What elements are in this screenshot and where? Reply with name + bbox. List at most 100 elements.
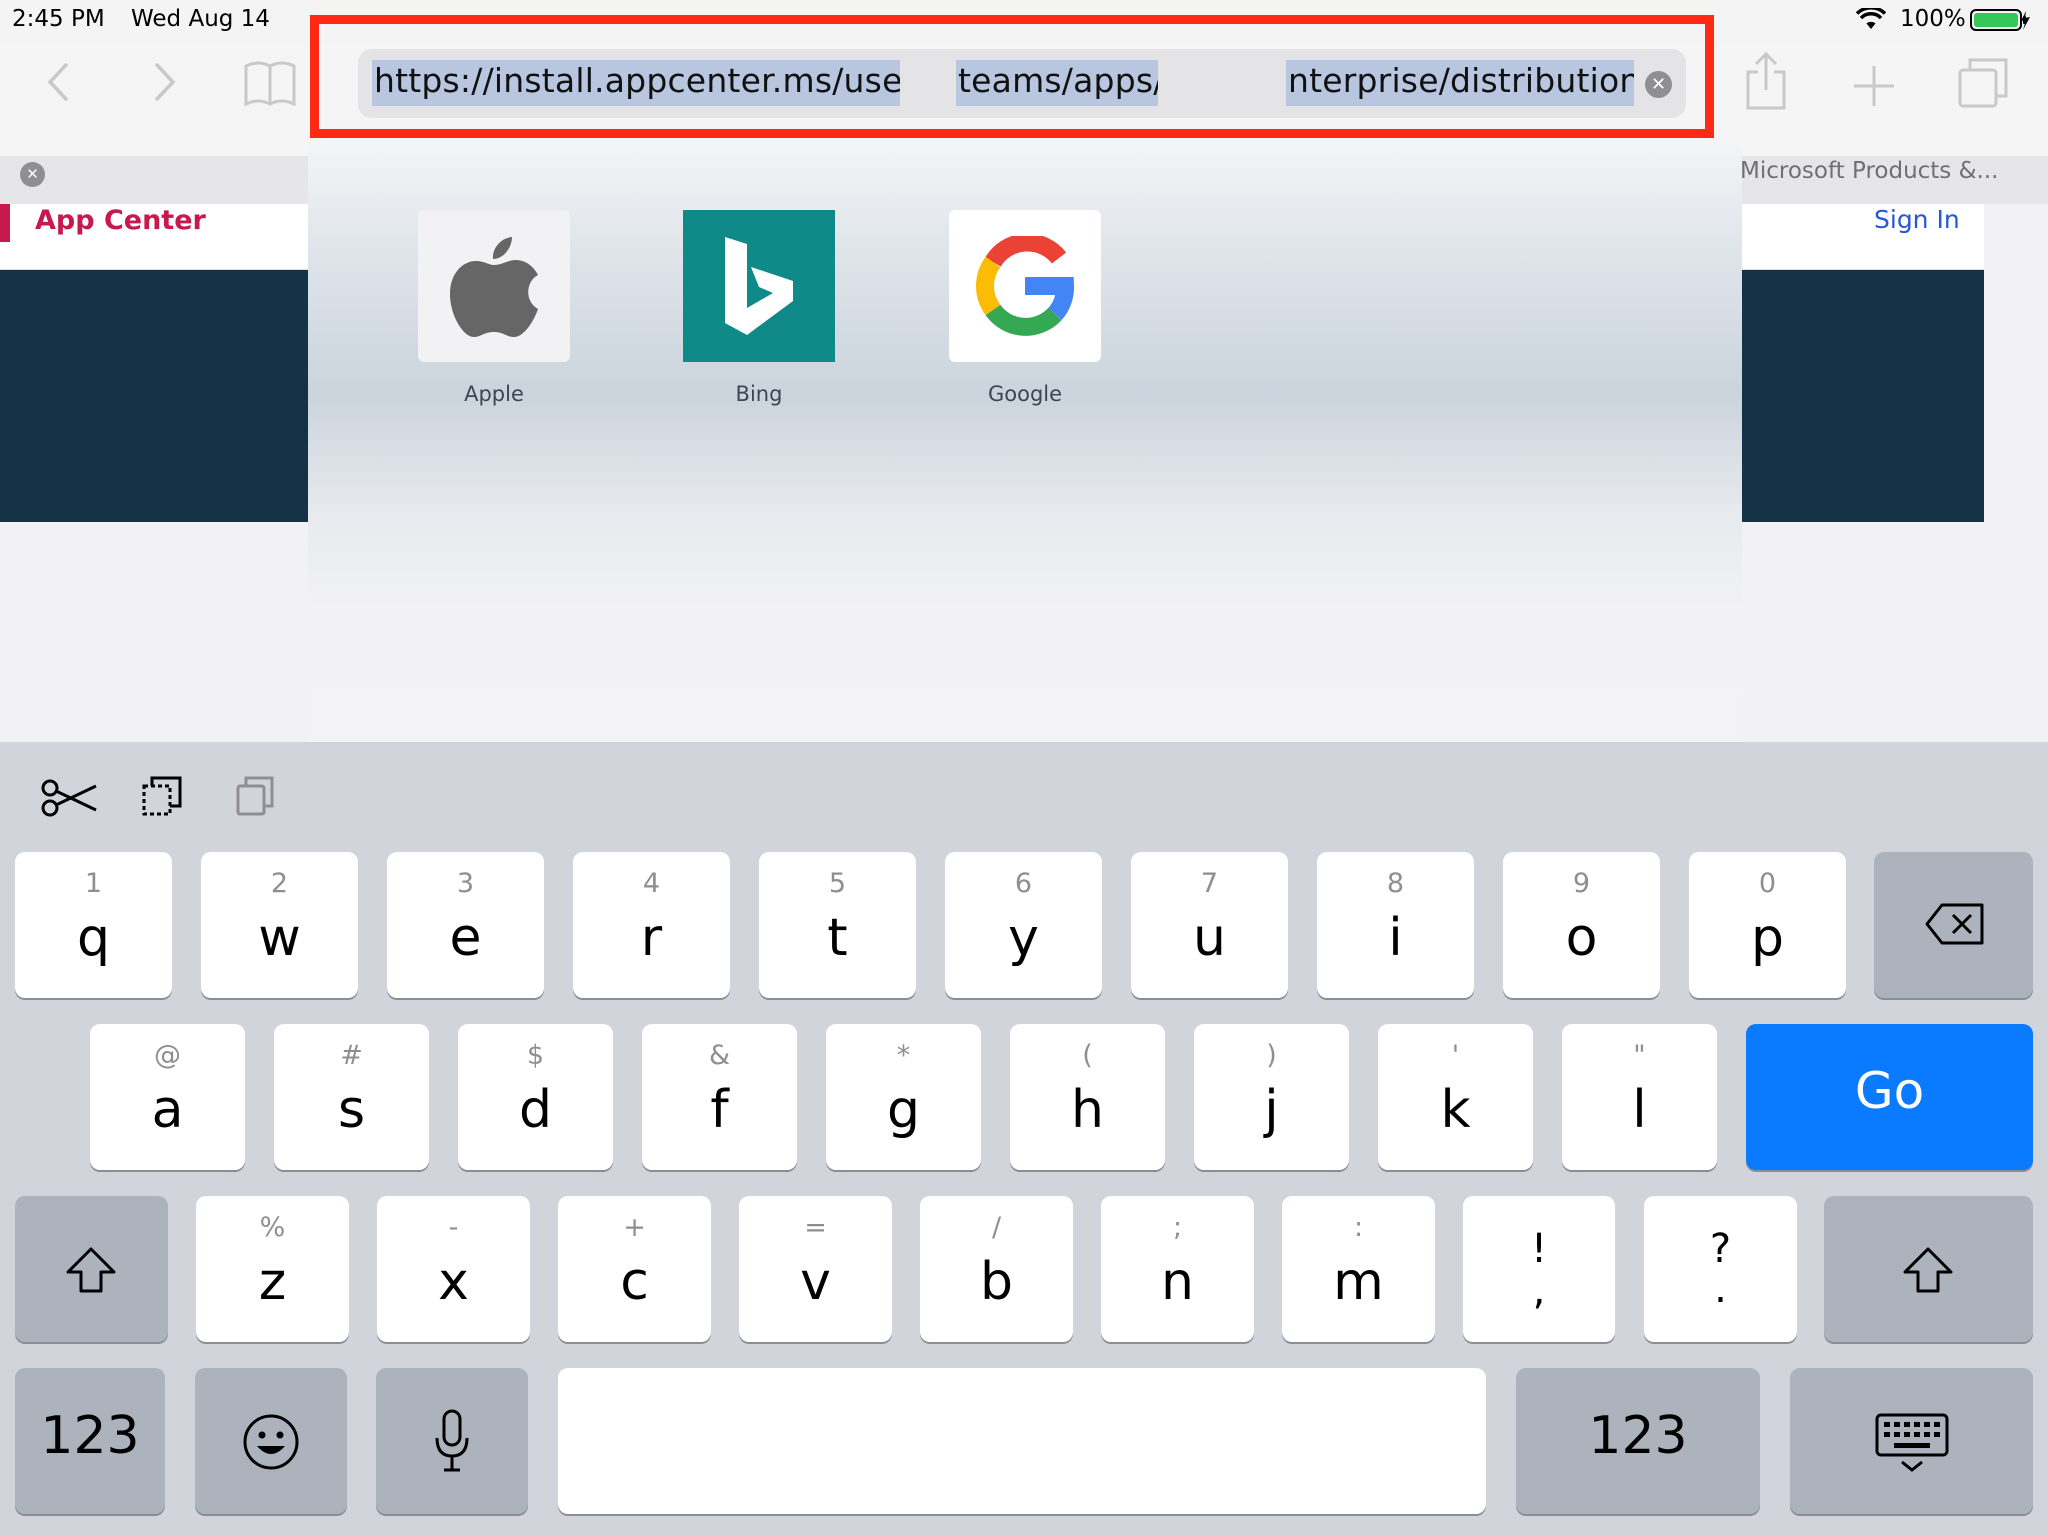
status-time: 2:45 PM [12, 6, 105, 32]
close-tab-icon[interactable]: ✕ [20, 162, 45, 187]
book-icon [244, 61, 296, 107]
key-secondary-label: 5 [828, 868, 847, 899]
forward-button[interactable] [153, 62, 177, 110]
shift-key-left[interactable] [15, 1196, 168, 1342]
key-secondary-label: 4 [642, 868, 661, 899]
key-x[interactable]: -x [377, 1196, 530, 1342]
go-key[interactable]: Go [1746, 1024, 2033, 1170]
key-w[interactable]: 2w [201, 852, 358, 998]
key-primary-label: p [1750, 908, 1784, 968]
key-m[interactable]: :m [1282, 1196, 1435, 1342]
key-g[interactable]: * g [826, 1024, 981, 1170]
key-secondary-label: ( [1082, 1040, 1093, 1071]
share-icon [1746, 51, 1786, 110]
microphone-icon [435, 1409, 469, 1472]
shift-arrow-icon [66, 1247, 116, 1293]
shift-key-right[interactable] [1824, 1196, 2033, 1342]
numbers-key-label: 123 [40, 1406, 140, 1466]
key-j[interactable]: ) j [1194, 1024, 1349, 1170]
key-f[interactable]: & f [642, 1024, 797, 1170]
status-date: Wed Aug 14 [131, 6, 270, 32]
key-c[interactable]: + c [558, 1196, 711, 1342]
key-r[interactable]: 4r [573, 852, 730, 998]
key-primary-label: j [1264, 1080, 1279, 1140]
key-y[interactable]: 6y [945, 852, 1102, 998]
key-secondary-label: % [259, 1212, 286, 1243]
key-secondary-label: 8 [1386, 868, 1405, 899]
key-exclaim-top: ! [1530, 1226, 1548, 1272]
favorites-popover: Apple Bing Google [308, 144, 1742, 742]
chevron-right-icon [155, 63, 176, 101]
numbers-key-label: 123 [1588, 1406, 1688, 1466]
tab-title[interactable]: Microsoft Products &... [1740, 158, 1998, 184]
key-secondary-label: * [896, 1040, 911, 1071]
key-exclaim[interactable]: ! , [1463, 1196, 1615, 1342]
key-secondary-label: " [1633, 1040, 1646, 1071]
dismiss-keyboard-key[interactable] [1790, 1368, 2033, 1514]
keyboard: 1q2w3e4r5t6y7u8i9o0p @ a # s $ d & f * g(h) j ' k " l … [0, 742, 2048, 1536]
key-secondary-label: 1 [84, 868, 103, 899]
key-v[interactable]: = v [739, 1196, 892, 1342]
tabs-button[interactable] [1958, 58, 2008, 112]
bookmarks-button[interactable] [244, 60, 296, 112]
key-a[interactable]: @ a [90, 1024, 245, 1170]
sign-in-link[interactable]: Sign In [1874, 205, 1960, 234]
key-primary-label: h [1071, 1080, 1104, 1140]
key-n[interactable]: ; n [1101, 1196, 1254, 1342]
key-secondary-label: # [340, 1040, 363, 1071]
key-primary-label: e [449, 908, 482, 968]
key-secondary-label: - [448, 1212, 459, 1243]
key-i[interactable]: 8i [1317, 852, 1474, 998]
copy-icon [142, 776, 182, 816]
key-secondary-label: 6 [1014, 868, 1033, 899]
key-k[interactable]: ' k [1378, 1024, 1533, 1170]
key-d[interactable]: $ d [458, 1024, 613, 1170]
numbers-key-right[interactable]: 123 [1516, 1368, 1760, 1514]
bing-logo-icon [683, 210, 835, 362]
key-l[interactable]: " l [1562, 1024, 1717, 1170]
favorite-apple[interactable]: Apple [418, 210, 570, 406]
key-primary-label: l [1632, 1080, 1647, 1140]
key-question-bottom: . [1714, 1266, 1727, 1312]
go-key-label: Go [1854, 1062, 1925, 1120]
key-q[interactable]: 1q [15, 852, 172, 998]
cut-button[interactable] [40, 778, 98, 822]
key-o[interactable]: 9o [1503, 852, 1660, 998]
key-primary-label: g [886, 1080, 920, 1140]
key-primary-label: s [337, 1080, 366, 1140]
dictation-key[interactable] [376, 1368, 528, 1514]
key-e[interactable]: 3e [387, 852, 544, 998]
key-secondary-label: = [804, 1212, 827, 1243]
key-secondary-label: 0 [1758, 868, 1777, 899]
key-secondary-label: $ [526, 1040, 545, 1071]
key-b[interactable]: / b [920, 1196, 1073, 1342]
brand-bar [0, 204, 10, 242]
key-primary-label: d [518, 1080, 552, 1140]
emoji-key[interactable] [195, 1368, 347, 1514]
back-button[interactable] [46, 62, 70, 110]
key-question[interactable]: ? . [1644, 1196, 1797, 1342]
space-key[interactable] [558, 1368, 1486, 1514]
key-secondary-label: 9 [1572, 868, 1591, 899]
new-tab-button[interactable] [1852, 64, 1896, 112]
favorite-bing[interactable]: Bing [683, 210, 835, 406]
key-p[interactable]: 0p [1689, 852, 1846, 998]
copy-button[interactable] [140, 774, 184, 822]
share-button[interactable] [1744, 51, 1788, 114]
favorite-google[interactable]: Google [949, 210, 1101, 406]
key-z[interactable]: % z [196, 1196, 349, 1342]
key-h[interactable]: (h [1010, 1024, 1165, 1170]
key-primary-label: n [1161, 1252, 1194, 1312]
paste-icon [236, 776, 274, 816]
app-title[interactable]: App Center [35, 205, 206, 236]
key-primary-label: w [258, 908, 301, 968]
key-u[interactable]: 7u [1131, 852, 1288, 998]
delete-key[interactable] [1874, 852, 2033, 998]
paste-button[interactable] [234, 774, 276, 822]
key-s[interactable]: # s [274, 1024, 429, 1170]
favorite-label: Bing [735, 382, 783, 406]
key-secondary-label: 7 [1200, 868, 1219, 899]
numbers-key-left[interactable]: 123 [15, 1368, 165, 1514]
key-t[interactable]: 5t [759, 852, 916, 998]
battery-percent: 100% [1900, 6, 1966, 32]
